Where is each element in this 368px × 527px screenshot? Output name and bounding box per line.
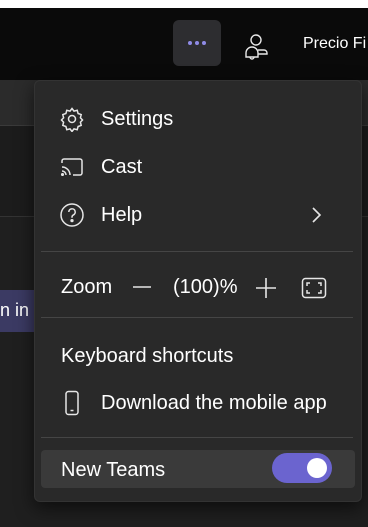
new-teams-label: New Teams xyxy=(61,459,166,481)
menu-item-help[interactable]: Help xyxy=(35,193,361,237)
title-bar: Precio Fi xyxy=(0,8,368,80)
gear-icon xyxy=(60,107,84,132)
menu-item-download-mobile-app[interactable]: Download the mobile app xyxy=(35,381,361,425)
person-bell-icon[interactable] xyxy=(241,32,269,60)
more-options-button[interactable] xyxy=(173,20,221,66)
menu-item-label: Settings xyxy=(101,107,174,130)
more-horizontal-icon xyxy=(188,41,206,45)
new-teams-row[interactable]: New Teams xyxy=(41,450,355,488)
zoom-control: Zoom (100)% xyxy=(35,265,361,309)
more-options-menu: Settings Cast Help Zoom (100)% Keyboard … xyxy=(34,80,362,502)
menu-item-settings[interactable]: Settings xyxy=(35,97,361,141)
window-top-edge xyxy=(0,0,368,8)
toggle-knob xyxy=(307,458,327,478)
menu-item-label: Cast xyxy=(101,155,143,178)
menu-divider xyxy=(41,437,353,438)
menu-divider xyxy=(41,251,353,252)
chevron-right-icon xyxy=(312,207,322,223)
menu-item-cast[interactable]: Cast xyxy=(35,145,361,189)
plus-icon[interactable] xyxy=(255,277,277,299)
menu-divider xyxy=(41,317,353,318)
menu-item-keyboard-shortcuts[interactable]: Keyboard shortcuts xyxy=(61,345,233,368)
help-circle-icon xyxy=(60,203,84,227)
phone-icon xyxy=(65,390,79,416)
user-name[interactable]: Precio Fi xyxy=(303,35,366,53)
new-teams-toggle[interactable] xyxy=(272,453,332,483)
cast-icon xyxy=(60,158,83,177)
menu-item-label: Help xyxy=(101,203,143,226)
menu-item-label: Download the mobile app xyxy=(101,391,327,414)
zoom-value: (100)% xyxy=(173,276,238,298)
fit-screen-icon[interactable] xyxy=(301,277,327,299)
teams-window: Precio Fi n in c Settings Cast Help Zoom… xyxy=(0,0,368,527)
zoom-label: Zoom xyxy=(61,276,113,298)
minus-icon[interactable] xyxy=(132,277,152,297)
